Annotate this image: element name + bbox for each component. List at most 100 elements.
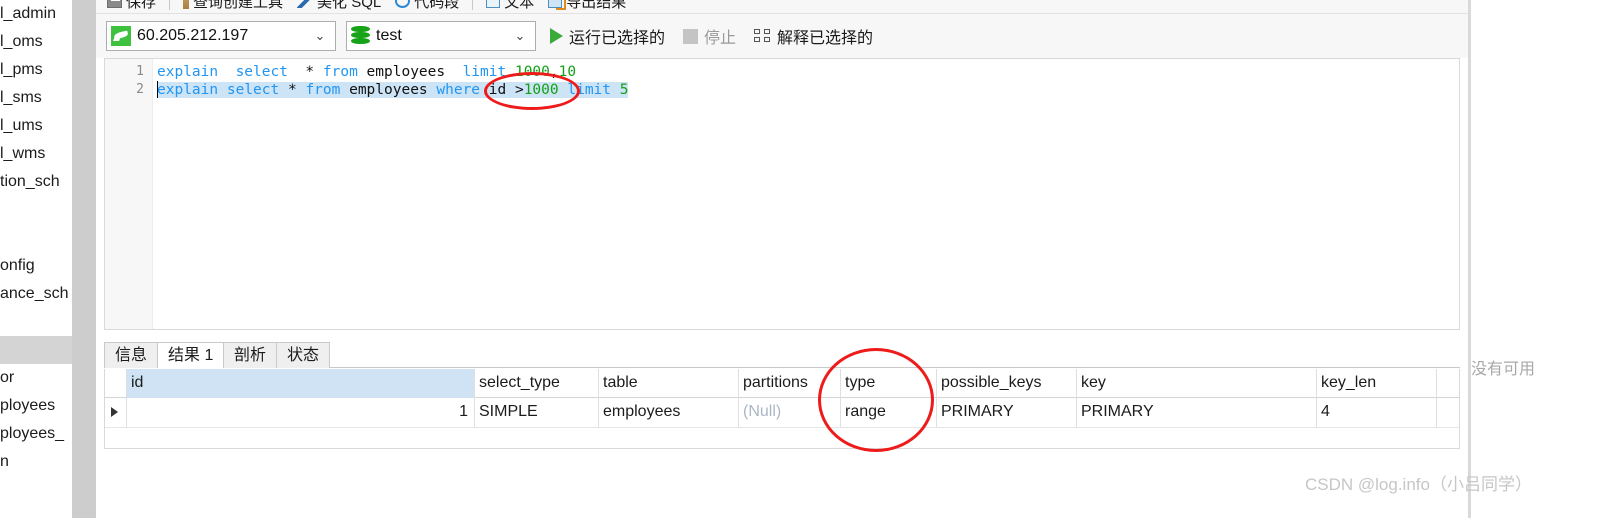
code-line-1[interactable]: explain select * from employees limit 10…	[157, 63, 1459, 81]
grid-body[interactable]: 1 SIMPLE employees (Null) range PRIMARY PRIMAR…	[105, 398, 1459, 427]
grid-header-row[interactable]: id select_type table partitions type possible…	[105, 369, 1459, 398]
tree-item-l_admin[interactable]: l_admin	[0, 0, 72, 28]
code-token: 5	[619, 82, 629, 98]
text-caret	[157, 81, 158, 98]
database-dropdown[interactable]: test ⌄	[346, 21, 536, 51]
grid-cell-type[interactable]: range	[841, 398, 937, 427]
toolbar-button-label: 保存	[126, 0, 157, 11]
result-tab-2[interactable]: 剖析	[223, 342, 278, 368]
row-marker-header	[105, 369, 127, 397]
grid-column-header-key_len[interactable]: key_len	[1317, 369, 1437, 398]
tree-item-n[interactable]: n	[0, 448, 72, 476]
database-tree-sidebar[interactable]: l_admin l_oms l_pms l_sms l_ums l_wms tion_sch…	[0, 0, 72, 518]
sql-editor[interactable]: 12 explain select * from employees limit…	[104, 58, 1460, 330]
grid-column-header-type[interactable]: type	[841, 369, 937, 398]
result-tab-bar[interactable]: 信息 结果 1 剖析 状态	[104, 342, 1460, 368]
tree-separator	[0, 336, 72, 364]
stop-button[interactable]: 停止	[679, 24, 740, 48]
grid-cell-key[interactable]: PRIMARY	[1077, 398, 1317, 427]
stop-label: 停止	[704, 30, 737, 47]
grid-cell-table[interactable]: employees	[599, 398, 739, 427]
tree-item-l_pms[interactable]: l_pms	[0, 56, 72, 84]
grid-cell-id[interactable]: 1	[127, 398, 475, 427]
grid-cell-partitions[interactable]: (Null)	[739, 398, 841, 427]
tree-item-l_sms[interactable]: l_sms	[0, 84, 72, 112]
code-token: select	[226, 82, 280, 98]
toolbar-button-text[interactable]: 文本	[481, 0, 539, 13]
row-marker-arrow-icon[interactable]	[105, 398, 127, 427]
grid-column-header-key[interactable]: key	[1077, 369, 1317, 398]
grid-empty-area	[105, 427, 1459, 448]
tree-item-onfig[interactable]: onfig	[0, 252, 72, 280]
code-token: from	[305, 82, 341, 98]
explain-selected-label: 解释已选择的	[777, 30, 874, 47]
tree-item-or[interactable]: or	[0, 364, 72, 392]
sql-code-text[interactable]: explain select * from employees limit 10…	[157, 63, 1459, 99]
tree-item-ployees[interactable]: ployees	[0, 392, 72, 420]
toolbar-button-beautify-sql[interactable]: 美化 SQL	[292, 0, 386, 13]
toolbar-button-label: 美化 SQL	[317, 0, 382, 11]
code-token: limit	[567, 82, 612, 98]
line-number-1: 1	[136, 64, 144, 79]
code-token: 10	[558, 64, 577, 80]
grid-column-header-possible_keys[interactable]: possible_keys	[937, 369, 1077, 398]
code-token	[218, 82, 227, 98]
connection-value: 60.205.212.197	[137, 27, 249, 44]
grid-cell-possible_keys[interactable]: PRIMARY	[937, 398, 1077, 427]
result-tab-0[interactable]: 信息	[104, 342, 159, 368]
explain-result-grid[interactable]: id select_type table partitions type possible…	[104, 369, 1460, 449]
toolbar-button-export-result[interactable]: 导出结果	[543, 0, 631, 13]
query-toolbar-secondary: 60.205.212.197 ⌄ test ⌄ 运行已选择的 停止 解释已选择的	[96, 14, 1470, 58]
explain-selected-button[interactable]: 解释已选择的	[750, 24, 877, 48]
no-data-available-label: 没有可用	[1471, 361, 1536, 378]
grid-column-header-partitions[interactable]: partitions	[739, 369, 841, 398]
query-toolbar-primary: 保存 查询创建工具 美化 SQL 代码段 文本 导出结果	[96, 0, 1470, 14]
tree-item-l_ums[interactable]: l_ums	[0, 112, 72, 140]
text-icon	[486, 0, 501, 8]
result-tab-1[interactable]: 结果 1	[157, 342, 225, 368]
editor-line-number-gutter: 12	[105, 59, 153, 329]
connection-dropdown[interactable]: 60.205.212.197 ⌄	[106, 21, 336, 51]
code-token	[611, 82, 620, 98]
database-value: test	[376, 27, 402, 44]
tree-item-ployees_[interactable]: ployees_	[0, 420, 72, 448]
tree-item-ance_sch[interactable]: ance_sch	[0, 280, 72, 308]
code-token: 1000	[514, 64, 550, 80]
result-tab-3[interactable]: 状态	[276, 342, 331, 368]
app-window: l_admin l_oms l_pms l_sms l_ums l_wms tion_sch…	[0, 0, 1614, 518]
toolbar-button-label: 导出结果	[566, 0, 627, 11]
grid-column-header-table[interactable]: table	[599, 369, 739, 398]
toolbar-button-code-snippet[interactable]: 代码段	[390, 0, 464, 13]
query-editor-pane: 保存 查询创建工具 美化 SQL 代码段 文本 导出结果 60.205.212.197 ⌄…	[96, 0, 1470, 518]
grid-column-header-id[interactable]: id	[127, 369, 475, 398]
toolbar-button-save[interactable]: 保存	[102, 0, 161, 13]
toolbar-button-label: 查询创建工具	[193, 0, 284, 11]
code-token: id >	[480, 82, 524, 98]
line-number-2: 2	[136, 82, 144, 97]
table-row[interactable]: 1 SIMPLE employees (Null) range PRIMARY PRIMAR…	[105, 398, 1459, 427]
row-indicator-icon	[111, 407, 118, 417]
grid-column-header-select_type[interactable]: select_type	[475, 369, 599, 398]
right-info-panel: 没有可用	[1470, 0, 1614, 518]
tree-item-l_oms[interactable]: l_oms	[0, 28, 72, 56]
code-snippet-icon	[395, 0, 411, 8]
chevron-down-icon[interactable]: ⌄	[307, 28, 333, 44]
export-result-icon	[548, 0, 567, 10]
grid-cell-select_type[interactable]: SIMPLE	[475, 398, 599, 427]
toolbar-button-query-builder[interactable]: 查询创建工具	[178, 0, 288, 13]
chevron-down-icon[interactable]: ⌄	[507, 28, 533, 44]
tree-item-l_wms[interactable]: l_wms	[0, 140, 72, 168]
run-selected-button[interactable]: 运行已选择的	[546, 24, 669, 48]
toolbar-button-label: 文本	[504, 0, 535, 11]
sidebar-vertical-scrollbar[interactable]	[72, 0, 96, 518]
grid-cell-key_len[interactable]: 4	[1317, 398, 1437, 427]
code-token: from	[322, 64, 358, 80]
code-token: where	[436, 82, 481, 98]
tree-item-tion_sch[interactable]: tion_sch	[0, 168, 72, 196]
code-line-2[interactable]: explain select * from employees where id…	[157, 81, 1459, 99]
